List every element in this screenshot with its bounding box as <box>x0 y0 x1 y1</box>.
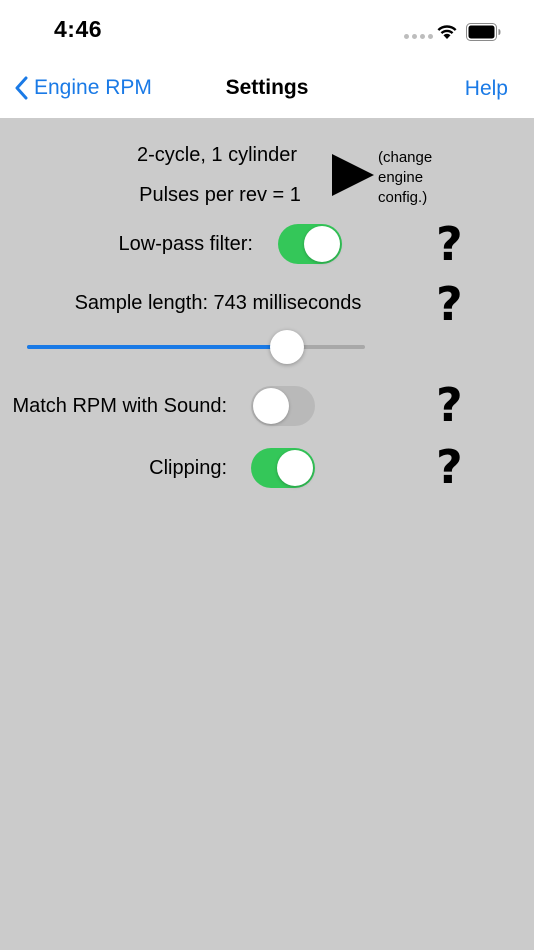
back-button[interactable]: Engine RPM <box>14 76 152 100</box>
sample-length-help-icon[interactable]: ? <box>436 281 463 327</box>
match-rpm-help-icon[interactable]: ? <box>436 382 463 428</box>
chevron-left-icon <box>15 76 28 100</box>
sample-length-label: Sample length: 743 milliseconds <box>74 292 362 314</box>
low-pass-help-icon[interactable]: ? <box>436 221 463 267</box>
cellular-signal-icon <box>404 34 433 39</box>
slider-thumb[interactable] <box>270 330 305 364</box>
toggle-knob <box>253 388 289 424</box>
play-icon[interactable] <box>332 154 374 196</box>
navigation-bar: Engine RPM Settings Help <box>0 60 534 118</box>
clipping-help-icon[interactable]: ? <box>436 444 463 490</box>
slider-fill <box>27 345 288 349</box>
low-pass-filter-toggle[interactable] <box>278 224 342 264</box>
battery-icon <box>466 23 501 41</box>
clipping-label: Clipping: <box>149 457 227 479</box>
status-bar: 4:46 <box>0 0 534 60</box>
change-config-line: (change <box>378 149 433 166</box>
match-rpm-toggle[interactable] <box>251 386 315 426</box>
low-pass-filter-label: Low-pass filter: <box>118 233 254 255</box>
match-rpm-label: Match RPM with Sound: <box>12 395 227 417</box>
back-button-label: Engine RPM <box>34 76 152 99</box>
change-engine-config-button[interactable]: (change engine config.) <box>378 148 458 208</box>
help-button[interactable]: Help <box>465 77 508 101</box>
change-config-line: engine <box>378 169 424 186</box>
toggle-knob <box>304 226 340 262</box>
settings-content: 2-cycle, 1 cylinder Pulses per rev = 1 (… <box>0 118 534 950</box>
pulses-per-rev-text: Pulses per rev = 1 <box>139 184 301 206</box>
toggle-knob <box>277 450 313 486</box>
sample-length-slider[interactable] <box>27 330 365 364</box>
change-config-line: config.) <box>378 189 428 206</box>
clipping-toggle[interactable] <box>251 448 315 488</box>
status-time: 4:46 <box>54 16 103 42</box>
wifi-icon <box>437 25 457 39</box>
